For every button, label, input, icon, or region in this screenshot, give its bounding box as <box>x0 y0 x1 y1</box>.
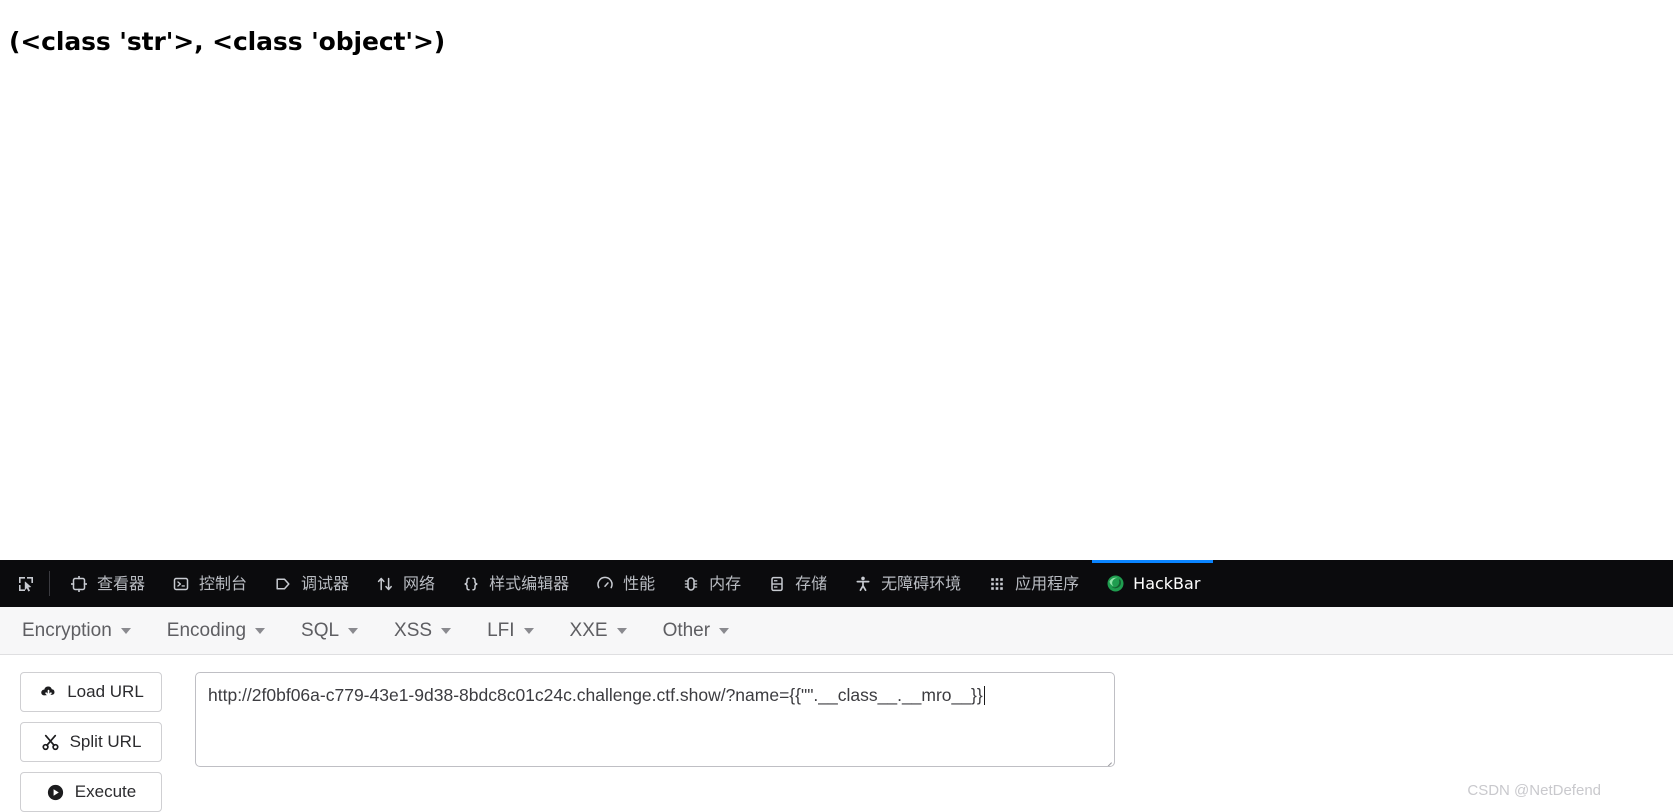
menu-xss[interactable]: XSS <box>394 620 473 642</box>
cloud-download-icon <box>38 682 58 702</box>
tab-application-label: 应用程序 <box>1015 576 1079 592</box>
devtools-tabbar: 查看器 控制台 调试器 <box>0 560 1673 607</box>
scissors-icon <box>41 732 61 752</box>
tab-inspector-label: 查看器 <box>97 576 145 592</box>
chevron-down-icon <box>348 628 358 634</box>
chevron-down-icon <box>524 628 534 634</box>
tab-storage-label: 存储 <box>795 576 827 592</box>
toolbar-divider <box>49 571 50 596</box>
style-editor-icon <box>461 574 481 594</box>
element-picker-button[interactable] <box>5 560 47 607</box>
tab-style-editor[interactable]: 样式编辑器 <box>448 560 582 607</box>
execute-button-label: Execute <box>75 782 136 802</box>
accessibility-icon <box>853 574 873 594</box>
hackbar-menubar: Encryption Encoding SQL XSS LFI XXE Othe… <box>0 607 1673 655</box>
tab-hackbar-label: HackBar <box>1133 576 1200 592</box>
chevron-down-icon <box>719 628 729 634</box>
console-icon <box>171 574 191 594</box>
tab-console-label: 控制台 <box>199 576 247 592</box>
split-url-button[interactable]: Split URL <box>20 722 162 762</box>
tab-application[interactable]: 应用程序 <box>974 560 1092 607</box>
tab-storage[interactable]: 存储 <box>754 560 840 607</box>
hackbar-firefox-icon <box>1105 574 1125 594</box>
tab-debugger[interactable]: 调试器 <box>260 560 362 607</box>
inspector-icon <box>69 574 89 594</box>
menu-lfi[interactable]: LFI <box>487 620 555 642</box>
tab-memory-label: 内存 <box>709 576 741 592</box>
debugger-icon <box>273 574 293 594</box>
tab-performance-label: 性能 <box>623 576 655 592</box>
tab-accessibility[interactable]: 无障碍环境 <box>840 560 974 607</box>
tab-debugger-label: 调试器 <box>301 576 349 592</box>
tab-memory[interactable]: 内存 <box>668 560 754 607</box>
element-picker-icon <box>16 574 36 594</box>
textarea-resize-handle[interactable] <box>1098 750 1112 764</box>
tab-network-label: 网络 <box>403 576 435 592</box>
chevron-down-icon <box>255 628 265 634</box>
play-circle-icon <box>46 782 66 802</box>
menu-xxe[interactable]: XXE <box>570 620 649 642</box>
execute-button[interactable]: Execute <box>20 772 162 812</box>
tab-inspector[interactable]: 查看器 <box>56 560 158 607</box>
tab-performance[interactable]: 性能 <box>582 560 668 607</box>
performance-icon <box>595 574 615 594</box>
tab-style-editor-label: 样式编辑器 <box>489 576 569 592</box>
csdn-watermark: CSDN @NetDefend <box>1467 782 1601 799</box>
menu-encoding[interactable]: Encoding <box>167 620 287 642</box>
url-input-value: http://2f0bf06a-c779-43e1-9d38-8bdc8c01c… <box>208 685 983 705</box>
menu-xss-label: XSS <box>394 620 432 642</box>
url-input[interactable]: http://2f0bf06a-c779-43e1-9d38-8bdc8c01c… <box>195 672 1115 767</box>
tab-accessibility-label: 无障碍环境 <box>881 576 961 592</box>
network-icon <box>375 574 395 594</box>
tab-console[interactable]: 控制台 <box>158 560 260 607</box>
menu-encryption[interactable]: Encryption <box>22 620 153 642</box>
page-content-text: (<class 'str'>, <class 'object'>) <box>9 27 445 56</box>
tab-network[interactable]: 网络 <box>362 560 448 607</box>
menu-lfi-label: LFI <box>487 620 514 642</box>
menu-encryption-label: Encryption <box>22 620 112 642</box>
text-caret <box>984 686 985 705</box>
hackbar-action-buttons: Load URL Split URL <box>20 672 162 812</box>
split-url-button-label: Split URL <box>70 732 142 752</box>
menu-encoding-label: Encoding <box>167 620 246 642</box>
menu-other-label: Other <box>663 620 711 642</box>
hackbar-url-area: http://2f0bf06a-c779-43e1-9d38-8bdc8c01c… <box>195 672 1115 812</box>
browser-page-viewport: (<class 'str'>, <class 'object'>) <box>0 0 1673 560</box>
load-url-button[interactable]: Load URL <box>20 672 162 712</box>
storage-icon <box>767 574 787 594</box>
menu-sql[interactable]: SQL <box>301 620 380 642</box>
menu-sql-label: SQL <box>301 620 339 642</box>
chevron-down-icon <box>121 628 131 634</box>
tab-hackbar[interactable]: HackBar <box>1092 560 1213 607</box>
memory-icon <box>681 574 701 594</box>
hackbar-body: Load URL Split URL <box>0 655 1673 812</box>
menu-other[interactable]: Other <box>663 620 752 642</box>
hackbar-panel: Encryption Encoding SQL XSS LFI XXE Othe… <box>0 607 1673 809</box>
menu-xxe-label: XXE <box>570 620 608 642</box>
chevron-down-icon <box>617 628 627 634</box>
application-icon <box>987 574 1007 594</box>
load-url-button-label: Load URL <box>67 682 144 702</box>
chevron-down-icon <box>441 628 451 634</box>
